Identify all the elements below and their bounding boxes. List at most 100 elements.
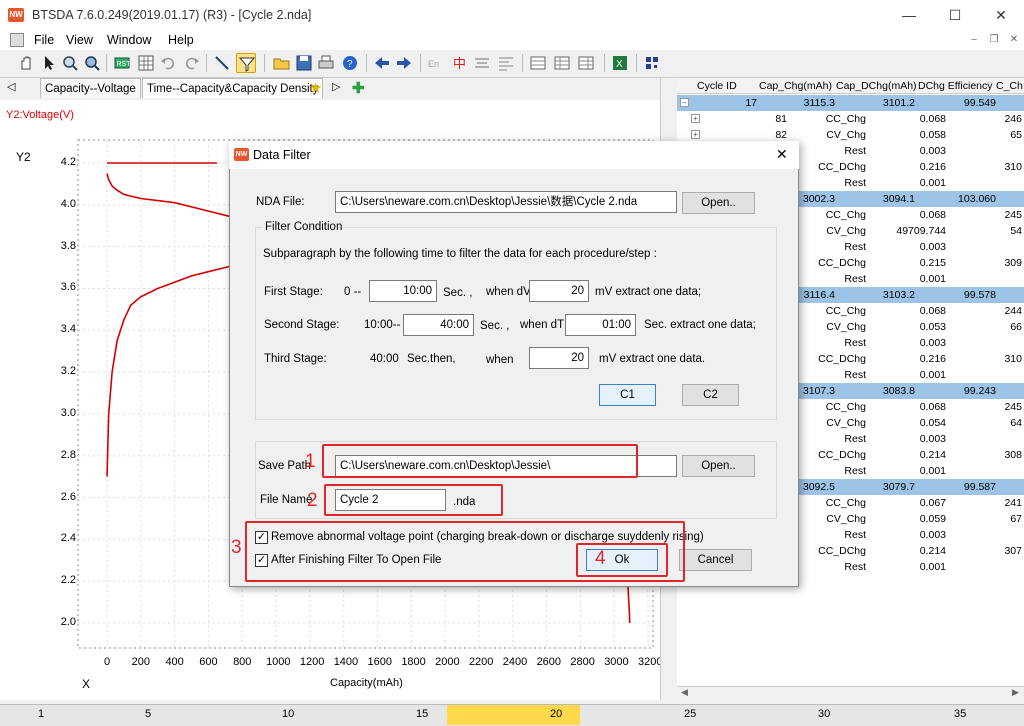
step-name-cell: Rest [844, 529, 866, 541]
ruler-tick: 1 [38, 708, 45, 720]
dialog-title: Data Filter [253, 148, 311, 162]
ruler-tick: 15 [416, 708, 429, 720]
step-value-cell: 0.001 [919, 369, 946, 381]
ruler-tick: 5 [145, 708, 152, 720]
ruler-tick: 20 [550, 708, 563, 720]
c1-button[interactable]: C1 [599, 384, 656, 406]
second-stage-suffix: Sec. extract one data; [644, 319, 756, 331]
step-name-cell: CV_Chg [826, 513, 866, 525]
column-header[interactable]: Cap_DChg(mAh) [836, 80, 917, 94]
expand-icon[interactable]: + [691, 130, 700, 139]
column-header[interactable]: Cycle ID [697, 80, 737, 94]
dialog-close-button[interactable]: ✕ [776, 146, 788, 163]
cancel-button[interactable]: Cancel [679, 549, 752, 571]
cycle-id-cell: 17 [745, 97, 757, 109]
step-value-cell: 0.059 [919, 513, 946, 525]
step-name-cell: CV_Chg [826, 129, 866, 141]
step-name-cell: Rest [844, 177, 866, 189]
step-name-cell: CC_Chg [825, 113, 866, 125]
step-extra-cell: 245 [1004, 401, 1022, 413]
nda-open-button[interactable]: Open.. [682, 192, 755, 214]
step-name-cell: Rest [844, 337, 866, 349]
cap-dchg-cell: 3083.8 [882, 385, 915, 397]
third-stage-label: Third Stage: [264, 353, 327, 365]
efficiency-cell: 99.243 [963, 385, 996, 397]
second-stage-dt-input[interactable]: 01:00 [565, 314, 636, 336]
column-header[interactable]: Cap_Chg(mAh) [759, 80, 832, 94]
step-extra-cell: 54 [1010, 225, 1022, 237]
scroll-left-icon[interactable]: ◀ [681, 687, 688, 698]
step-value-cell: 0.001 [919, 273, 946, 285]
c2-button[interactable]: C2 [682, 384, 739, 406]
second-stage-start: 10:00-- [364, 319, 401, 331]
first-stage-when: when dV [486, 286, 531, 298]
step-value-cell: 0.216 [919, 353, 946, 365]
step-name-cell: Rest [844, 241, 866, 253]
close-window-button[interactable]: ✕ [978, 0, 1024, 30]
save-path-open-button[interactable]: Open.. [682, 455, 755, 477]
step-value-cell: 0.001 [919, 465, 946, 477]
expand-icon[interactable]: – [680, 98, 689, 107]
third-stage-value-input[interactable]: 20 [529, 347, 589, 369]
horizontal-scrollbar[interactable]: ◀ ▶ [677, 686, 1024, 700]
step-name-cell: CC_DChg [818, 353, 866, 365]
first-stage-dv-input[interactable]: 20 [529, 280, 589, 302]
step-value-cell: 0.003 [919, 241, 946, 253]
step-name-cell: CC_Chg [825, 497, 866, 509]
cap-dchg-cell: 3103.2 [882, 289, 915, 301]
filter-condition-label: Filter Condition [263, 221, 345, 233]
step-name-cell: CC_DChg [818, 449, 866, 461]
third-stage-sec: Sec.then, [407, 353, 456, 365]
nda-file-label: NDA File: [256, 196, 305, 208]
step-extra-cell [990, 367, 1022, 383]
step-extra-cell [990, 431, 1022, 447]
cap-dchg-cell: 3101.2 [882, 97, 915, 109]
step-extra-cell: 246 [1004, 113, 1022, 125]
step-name-cell: CC_DChg [818, 257, 866, 269]
step-value-cell: 0.003 [919, 145, 946, 157]
first-stage-suffix: mV extract one data; [595, 286, 702, 298]
step-value-cell: 0.214 [919, 545, 946, 557]
mdi-minimize-button[interactable]: – [966, 33, 982, 47]
ruler-tick: 30 [818, 708, 831, 720]
step-extra-cell [990, 559, 1022, 575]
step-name-cell: Rest [844, 465, 866, 477]
first-stage-start: 0 -- [344, 286, 362, 298]
step-extra-cell: 308 [1004, 449, 1022, 461]
second-stage-sec: Sec. , [480, 320, 510, 332]
step-value-cell: 0.053 [919, 321, 946, 333]
step-value-cell: 0.003 [919, 529, 946, 541]
dialog-title-bar [229, 141, 799, 169]
expand-icon[interactable]: + [691, 114, 700, 123]
step-value-cell: 49709.744 [896, 225, 946, 237]
mdi-close-button[interactable]: ✕ [1006, 33, 1022, 47]
step-name-cell: Rest [844, 561, 866, 573]
second-stage-label: Second Stage: [264, 319, 340, 331]
step-extra-cell [990, 239, 1022, 255]
step-name-cell: CV_Chg [826, 417, 866, 429]
column-header[interactable]: C_Ch [996, 80, 1023, 94]
annotation-box-4 [576, 543, 668, 577]
step-value-cell: 0.058 [919, 129, 946, 141]
step-name-cell: CV_Chg [826, 321, 866, 333]
nda-file-field[interactable]: C:\Users\neware.com.cn\Desktop\Jessie\数据… [335, 191, 677, 213]
voltage-series-line [626, 581, 631, 624]
second-stage-time-input[interactable]: 40:00 [403, 314, 474, 336]
scroll-right-icon[interactable]: ▶ [1012, 687, 1019, 698]
step-extra-cell [990, 335, 1022, 351]
step-extra-cell [990, 463, 1022, 479]
mdi-restore-button[interactable]: ❐ [986, 33, 1002, 47]
step-extra-cell: 310 [1004, 353, 1022, 365]
efficiency-cell: 99.578 [963, 289, 996, 301]
step-name-cell: Rest [844, 433, 866, 445]
step-value-cell: 0.068 [919, 209, 946, 221]
annotation-number-3: 3 [231, 537, 242, 558]
first-stage-time-input[interactable]: 10:00 [369, 280, 437, 302]
step-value-cell: 0.068 [919, 305, 946, 317]
maximize-button[interactable]: ☐ [932, 0, 978, 30]
step-value-cell: 0.068 [919, 401, 946, 413]
step-value-cell: 0.054 [919, 417, 946, 429]
minimize-button[interactable]: — [886, 0, 932, 30]
column-header[interactable]: DChg Efficiency [918, 80, 993, 94]
step-name-cell: Rest [844, 145, 866, 157]
